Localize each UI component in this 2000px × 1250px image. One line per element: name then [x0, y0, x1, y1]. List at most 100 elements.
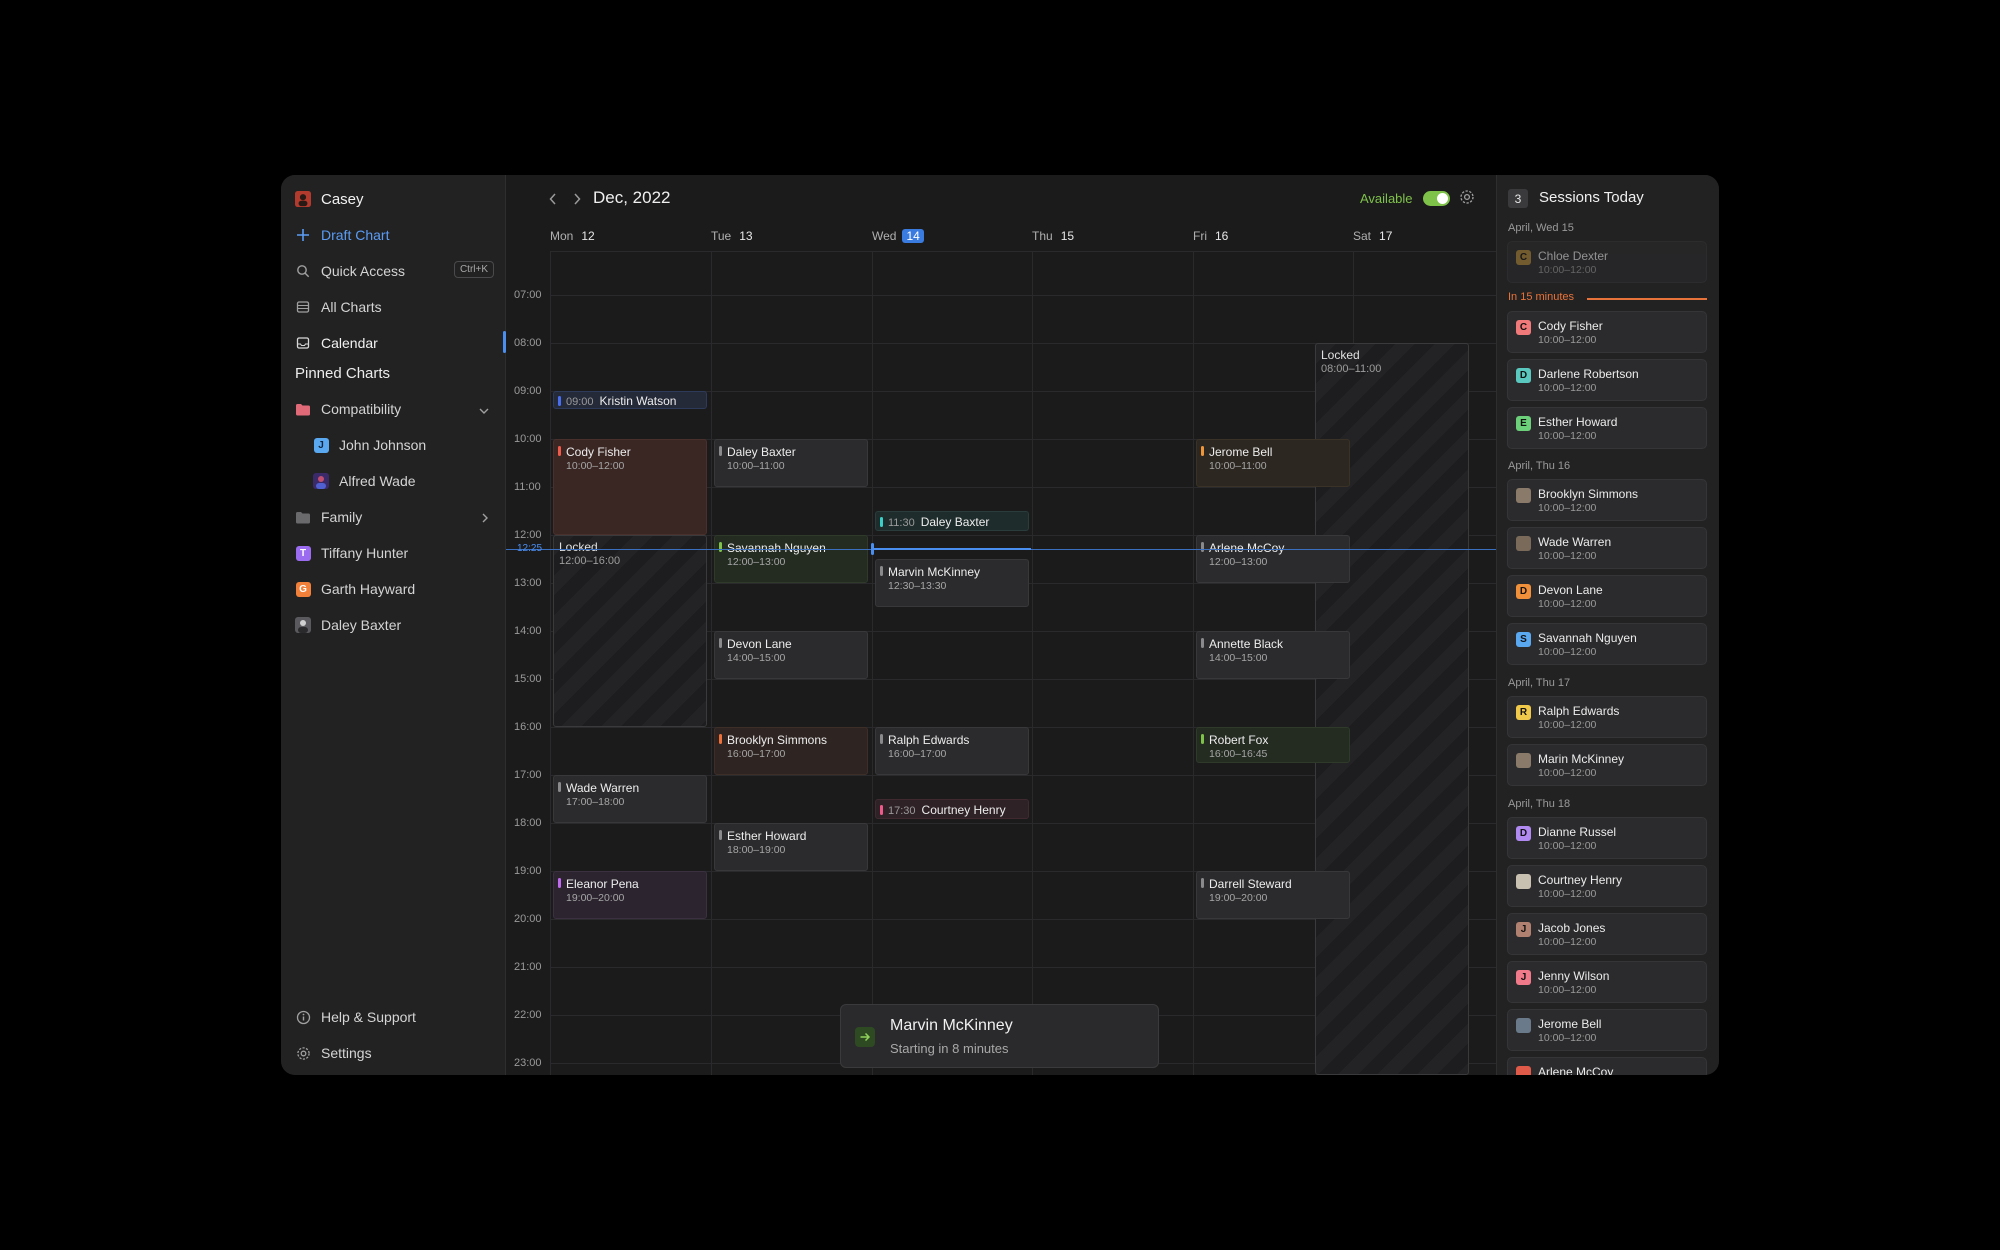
session-name: Brooklyn Simmons	[1538, 487, 1639, 501]
event-darrell-steward[interactable]: Darrell Steward 19:00–20:00	[1196, 871, 1350, 919]
session-card[interactable]: D Devon Lane 10:00–12:00	[1507, 575, 1707, 617]
session-name: Dianne Russel	[1538, 825, 1617, 839]
prev-month-button[interactable]	[544, 189, 562, 209]
event-arlene-mccoy[interactable]: Arlene McCoy 12:00–13:00	[1196, 535, 1350, 583]
locked-block-mon[interactable]: Locked 12:00–16:00	[553, 535, 707, 727]
avatar	[1516, 1018, 1531, 1033]
upcoming-session-toast[interactable]: Marvin McKinney Starting in 8 minutes	[840, 1004, 1159, 1068]
event-ralph-edwards[interactable]: Ralph Edwards 16:00–17:00	[875, 727, 1029, 775]
event-brooklyn-simmons[interactable]: Brooklyn Simmons 16:00–17:00	[714, 727, 868, 775]
day-header-thu[interactable]: Thu 15	[1032, 229, 1074, 243]
session-time: 10:00–12:00	[1538, 502, 1597, 514]
avatar	[1516, 874, 1531, 889]
folder-label: Family	[321, 509, 363, 525]
help-support-button[interactable]: Help & Support	[281, 999, 506, 1035]
search-icon	[295, 263, 311, 279]
user-profile[interactable]: Casey	[281, 181, 506, 217]
avatar: G	[295, 581, 311, 597]
event-marvin-mckinney[interactable]: Marvin McKinney 12:30–13:30	[875, 559, 1029, 607]
hour-label: 22:00	[514, 1009, 542, 1021]
event-kristin-watson[interactable]: 09:00 Kristin Watson	[553, 391, 707, 409]
event-annette-black[interactable]: Annette Black 14:00–15:00	[1196, 631, 1350, 679]
session-card[interactable]: R Ralph Edwards 10:00–12:00	[1507, 696, 1707, 738]
day-header-mon[interactable]: Mon 12	[550, 229, 595, 243]
sidebar-item-garth-hayward[interactable]: G Garth Hayward	[281, 571, 506, 607]
quick-access-label: Quick Access	[321, 263, 406, 279]
hour-label: 16:00	[514, 721, 542, 733]
event-jerome-bell[interactable]: Jerome Bell 10:00–11:00	[1196, 439, 1350, 487]
day-header-tue[interactable]: Tue 13	[711, 229, 753, 243]
today-badge: 14	[902, 229, 924, 243]
calendar-header: Dec, 2022 Available	[506, 175, 1496, 223]
event-robert-fox[interactable]: Robert Fox 16:00–16:45	[1196, 727, 1350, 763]
toast-subtitle: Starting in 8 minutes	[890, 1041, 1009, 1056]
grid-line	[711, 251, 712, 1075]
avatar	[1516, 753, 1531, 768]
contact-name: John Johnson	[339, 437, 427, 453]
event-devon-lane[interactable]: Devon Lane 14:00–15:00	[714, 631, 868, 679]
next-month-button[interactable]	[568, 189, 586, 209]
calendar-nav-button[interactable]: Calendar	[281, 325, 506, 361]
session-card[interactable]: J Jenny Wilson 10:00–12:00	[1507, 961, 1707, 1003]
session-card[interactable]: Brooklyn Simmons 10:00–12:00	[1507, 479, 1707, 521]
avatar: J	[313, 437, 329, 453]
session-card[interactable]: Courtney Henry 10:00–12:00	[1507, 865, 1707, 907]
available-toggle[interactable]	[1423, 191, 1450, 206]
event-eleanor-pena[interactable]: Eleanor Pena 19:00–20:00	[553, 871, 707, 919]
event-savannah-nguyen[interactable]: Savannah Nguyen 12:00–13:00	[714, 535, 868, 583]
app-window: Casey Draft Chart Quick Access Ctrl+K Al…	[281, 175, 1719, 1075]
session-date-heading: April, Thu 18	[1508, 798, 1571, 810]
day-header-sat[interactable]: Sat 17	[1353, 229, 1392, 243]
toast-title: Marvin McKinney	[890, 1017, 1013, 1034]
session-time: 10:00–12:00	[1538, 598, 1597, 610]
session-card[interactable]: D Dianne Russel 10:00–12:00	[1507, 817, 1707, 859]
upcoming-divider	[1587, 298, 1707, 300]
quick-access-button[interactable]: Quick Access Ctrl+K	[281, 253, 506, 289]
session-time: 10:00–12:00	[1538, 840, 1597, 852]
chevron-left-icon	[549, 193, 556, 205]
event-daley-baxter-tue[interactable]: Daley Baxter 10:00–11:00	[714, 439, 868, 487]
session-card[interactable]: Wade Warren 10:00–12:00	[1507, 527, 1707, 569]
folder-compatibility[interactable]: Compatibility	[281, 391, 506, 427]
session-card[interactable]: Jerome Bell 10:00–12:00	[1507, 1009, 1707, 1051]
all-charts-button[interactable]: All Charts	[281, 289, 506, 325]
session-name: Chloe Dexter	[1538, 249, 1609, 263]
avatar	[1516, 536, 1531, 551]
contact-name: Garth Hayward	[321, 581, 416, 597]
sidebar-item-daley-baxter[interactable]: Daley Baxter	[281, 607, 506, 643]
session-card[interactable]: Marin McKinney 10:00–12:00	[1507, 744, 1707, 786]
session-card[interactable]: J Jacob Jones 10:00–12:00	[1507, 913, 1707, 955]
current-time-label: 12:25	[517, 543, 543, 554]
calendar-view: Dec, 2022 Available Mon 12 Tue 13 Wed 14 Th…	[506, 175, 1496, 1075]
hour-label: 07:00	[514, 289, 542, 301]
session-card[interactable]: E Esther Howard 10:00–12:00	[1507, 407, 1707, 449]
grid-line	[1193, 251, 1194, 1075]
session-card[interactable]: Arlene McCoy10:00–12:00	[1507, 1057, 1707, 1075]
day-header-fri[interactable]: Fri 16	[1193, 229, 1228, 243]
session-card[interactable]: C Cody Fisher 10:00–12:00	[1507, 311, 1707, 353]
session-card[interactable]: S Savannah Nguyen 10:00–12:00	[1507, 623, 1707, 665]
event-daley-baxter-wed[interactable]: 11:30 Daley Baxter	[875, 511, 1029, 531]
arrow-right-icon	[855, 1027, 875, 1047]
session-card[interactable]: D Darlene Robertson 10:00–12:00	[1507, 359, 1707, 401]
session-card[interactable]: C Chloe Dexter 10:00–12:00	[1507, 241, 1707, 283]
hour-line	[550, 295, 1496, 296]
event-esther-howard[interactable]: Esther Howard 18:00–19:00	[714, 823, 868, 871]
event-courtney-henry[interactable]: 17:30 Courtney Henry	[875, 799, 1029, 819]
event-cody-fisher[interactable]: Cody Fisher 10:00–12:00	[553, 439, 707, 535]
hour-label: 12:00	[514, 529, 542, 541]
all-charts-label: All Charts	[321, 299, 382, 315]
calendar-label: Calendar	[321, 335, 378, 351]
sidebar-item-john-johnson[interactable]: J John Johnson	[281, 427, 506, 463]
event-wade-warren[interactable]: Wade Warren 17:00–18:00	[553, 775, 707, 823]
user-name: Casey	[321, 191, 364, 208]
sidebar-item-tiffany-hunter[interactable]: T Tiffany Hunter	[281, 535, 506, 571]
session-name: Arlene McCoy	[1538, 1065, 1614, 1075]
draft-chart-button[interactable]: Draft Chart	[281, 217, 506, 253]
sidebar-item-alfred-wade[interactable]: Alfred Wade	[281, 463, 506, 499]
folder-family[interactable]: Family	[281, 499, 506, 535]
contact-name: Tiffany Hunter	[321, 545, 409, 561]
day-header-wed[interactable]: Wed 14	[872, 229, 924, 243]
settings-button[interactable]: Settings	[281, 1035, 506, 1071]
calendar-settings-button[interactable]	[1459, 189, 1477, 207]
